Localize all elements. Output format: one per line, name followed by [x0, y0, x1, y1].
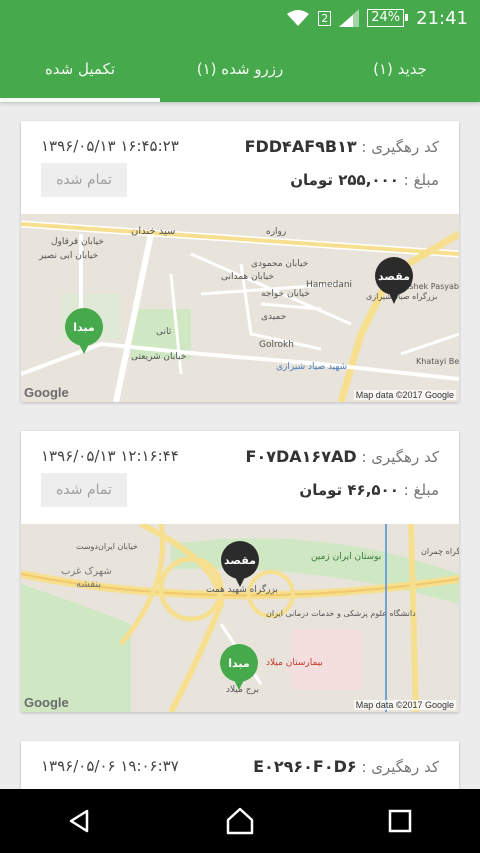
home-icon: [226, 807, 254, 835]
order-datetime: ۱۳۹۶/۰۵/۱۳ ۱۶:۴۵:۲۳: [41, 137, 179, 155]
map-street-label: ثانی: [156, 327, 172, 337]
tracking-value: FDD۴AF۹B۱۳: [244, 137, 357, 156]
map-street-label: شهرک غرب: [61, 566, 112, 577]
status-bar: 2 24% 21:41: [0, 0, 480, 36]
tab-bar: تکمیل شده رزرو شده (۱) جدید (۱): [0, 36, 480, 102]
recents-button[interactable]: [370, 797, 430, 845]
order-card[interactable]: کد رهگیری : FDD۴AF۹B۱۳ ۱۳۹۶/۰۵/۱۳ ۱۶:۴۵:…: [21, 121, 459, 402]
amount-label: مبلغ :: [403, 481, 439, 499]
map-attribution: Map data ©2017 Google: [353, 390, 456, 400]
home-button[interactable]: [210, 797, 270, 845]
map-street-label: Golrokh: [259, 340, 294, 350]
map-street-label: خیابان قرقاول: [51, 237, 104, 247]
tracking-label: کد رهگیری :: [361, 758, 439, 776]
tab-new[interactable]: جدید (۱): [320, 36, 480, 102]
order-header: کد رهگیری : E۰۲۹۶۰F۰D۶ ۱۳۹۶/۰۵/۰۶ ۱۹:۰۶:…: [21, 741, 459, 789]
tracking-label: کد رهگیری :: [361, 448, 439, 466]
tracking-label: کد رهگیری :: [361, 138, 439, 156]
destination-pin-label: مقصد: [378, 270, 410, 283]
map-street-label: بوستان ایران زمین: [311, 552, 381, 562]
map-street-label: دانشگاه علوم پزشکی و خدمات درمانی ایران: [266, 608, 416, 618]
order-amount: مبلغ : ۲۵۵,۰۰۰ تومان: [290, 171, 439, 189]
map-street-label: شهید صیاد شیرازی: [276, 362, 347, 372]
orders-list[interactable]: کد رهگیری : FDD۴AF۹B۱۳ ۱۳۹۶/۰۵/۱۳ ۱۶:۴۵:…: [0, 102, 480, 789]
order-datetime: ۱۳۹۶/۰۵/۰۶ ۱۹:۰۶:۳۷: [41, 757, 179, 775]
order-datetime: ۱۳۹۶/۰۵/۱۳ ۱۲:۱۶:۴۴: [41, 447, 179, 465]
destination-pin-label: مقصد: [224, 554, 256, 567]
map-street-label: خیابان ابی نصیر: [38, 251, 98, 261]
recents-icon: [388, 809, 412, 833]
system-nav-bar: [0, 789, 480, 853]
tab-label: تکمیل شده: [44, 60, 116, 78]
map-street-label: بزرگراه شهید همت: [206, 583, 278, 595]
map-street-label: سید خندان: [131, 226, 175, 237]
route-map[interactable]: سید خندان رواره خیابان قرقاول خیابان ابی…: [21, 214, 459, 402]
map-attribution: Map data ©2017 Google: [353, 700, 456, 710]
back-icon: [69, 809, 89, 833]
tab-completed[interactable]: تکمیل شده: [0, 36, 160, 102]
map-street-label: خیابان همدانی: [221, 272, 274, 282]
origin-pin-label: مبدا: [228, 657, 249, 670]
map-street-label: برج میلاد: [226, 685, 259, 695]
tab-label: جدید (۱): [373, 60, 427, 78]
map-street-label: بیمارستان میلاد: [266, 658, 323, 668]
back-button[interactable]: [50, 797, 110, 845]
wifi-icon: [286, 9, 310, 27]
map-street-label: بزرگراه چمران: [421, 546, 459, 556]
order-header: کد رهگیری : FDD۴AF۹B۱۳ ۱۳۹۶/۰۵/۱۳ ۱۶:۴۵:…: [21, 121, 459, 213]
map-street-label: حمیدی: [261, 312, 286, 322]
clock: 21:41: [416, 7, 468, 29]
map-street-label: خیابان خواجه: [261, 289, 310, 299]
order-header: کد رهگیری : F۰۷DA۱۶۷AD ۱۳۹۶/۰۵/۱۳ ۱۲:۱۶:…: [21, 431, 459, 523]
signal-icon: [339, 9, 360, 27]
tab-reserved[interactable]: رزرو شده (۱): [160, 36, 320, 102]
tracking-value: F۰۷DA۱۶۷AD: [245, 447, 357, 466]
route-map[interactable]: بوستان ایران زمین بزرگراه شهید همت شهرک …: [21, 524, 459, 712]
tab-label: رزرو شده (۱): [196, 60, 284, 78]
order-card[interactable]: کد رهگیری : E۰۲۹۶۰F۰D۶ ۱۳۹۶/۰۵/۰۶ ۱۹:۰۶:…: [21, 741, 459, 789]
map-street-label: خیابان محمودی: [251, 259, 308, 269]
status-button[interactable]: تمام شده: [41, 163, 127, 197]
tracking-code: کد رهگیری : F۰۷DA۱۶۷AD: [246, 447, 439, 466]
amount-label: مبلغ :: [403, 171, 439, 189]
tracking-value: E۰۲۹۶۰F۰D۶: [253, 757, 357, 776]
map-street-label: Hamedani: [306, 280, 352, 290]
google-logo: Google: [24, 385, 69, 400]
battery-indicator: 24%: [367, 9, 409, 27]
status-button[interactable]: تمام شده: [41, 473, 127, 507]
amount-value: ۴۶,۵۰۰ تومان: [299, 481, 399, 499]
map-street-label: Khatayi Bergi: [416, 357, 459, 366]
map-street-label: خیابان ایران‌دوست: [76, 542, 138, 551]
sim-badge: 2: [318, 10, 332, 26]
amount-value: ۲۵۵,۰۰۰ تومان: [290, 171, 399, 189]
map-street-label: رواره: [266, 227, 286, 237]
map-street-label: بنفشه: [76, 579, 101, 590]
order-amount: مبلغ : ۴۶,۵۰۰ تومان: [299, 481, 439, 499]
tracking-code: کد رهگیری : FDD۴AF۹B۱۳: [245, 137, 439, 156]
google-logo: Google: [24, 695, 69, 710]
order-card[interactable]: کد رهگیری : F۰۷DA۱۶۷AD ۱۳۹۶/۰۵/۱۳ ۱۲:۱۶:…: [21, 431, 459, 712]
tracking-code: کد رهگیری : E۰۲۹۶۰F۰D۶: [253, 757, 439, 776]
origin-pin-label: مبدا: [73, 321, 94, 334]
map-street-label: خیابان شریعتی: [131, 352, 186, 362]
